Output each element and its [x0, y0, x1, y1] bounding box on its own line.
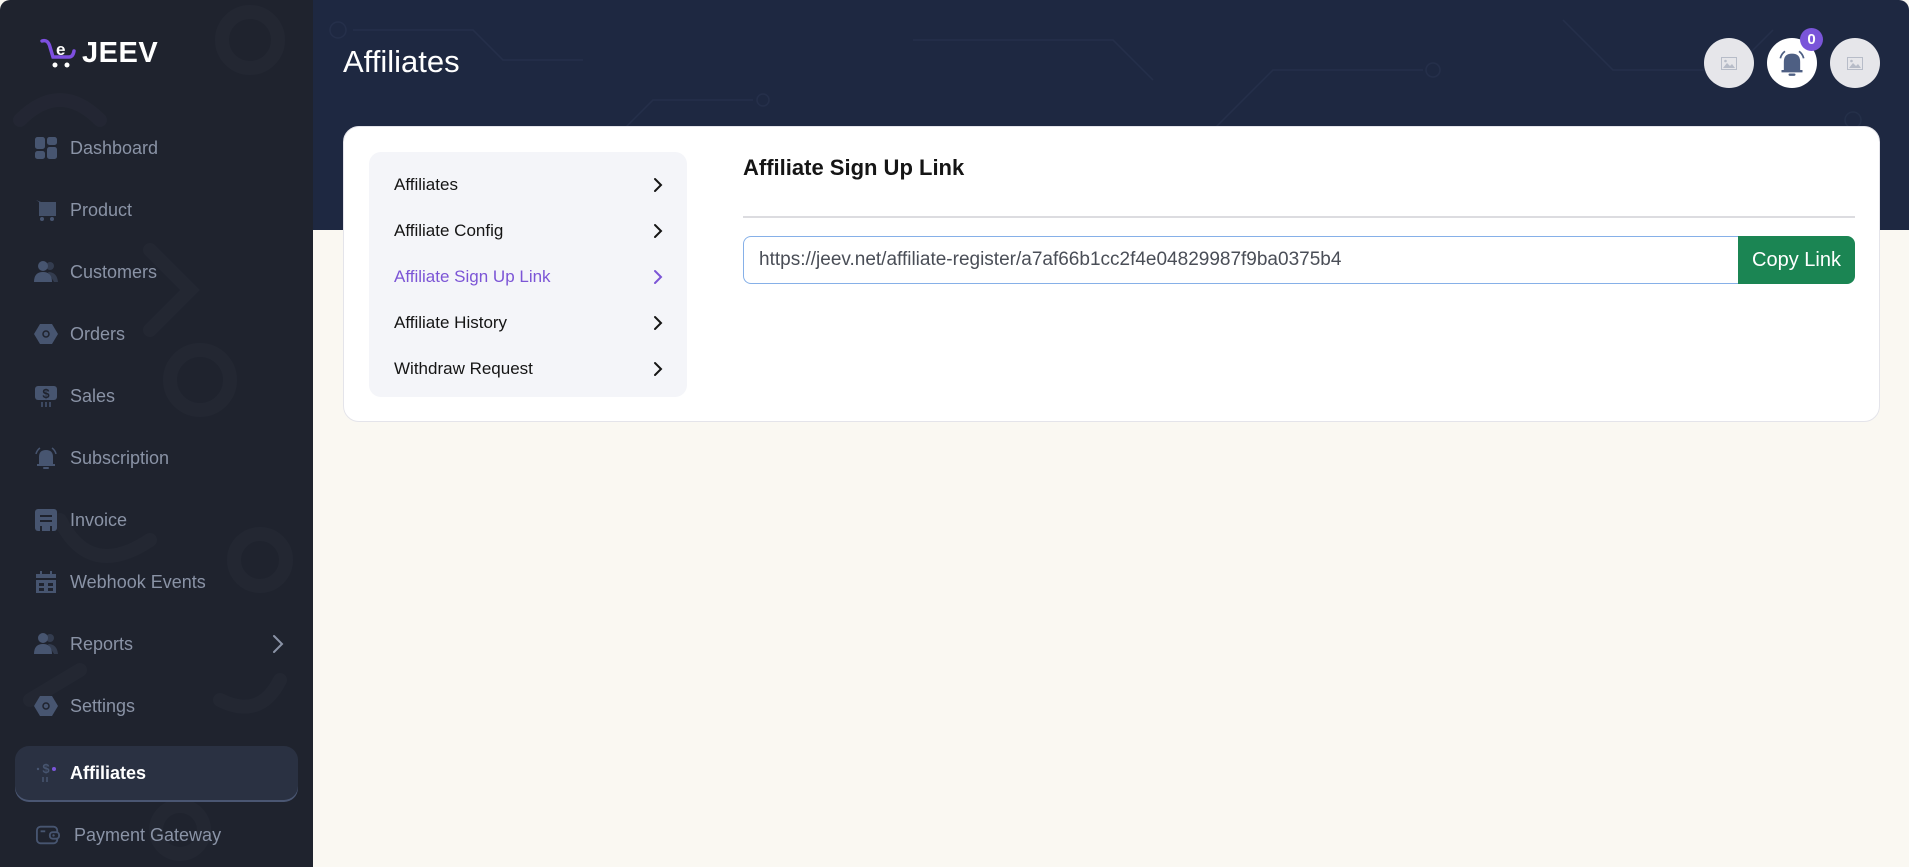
chevron-right-icon	[654, 270, 663, 284]
header-actions: 0	[1704, 28, 1880, 88]
submenu-item-label: Affiliate Config	[394, 221, 504, 240]
cart-icon	[34, 198, 58, 222]
calendar-icon	[34, 570, 58, 594]
signup-link-group: Copy Link	[743, 236, 1855, 284]
invoice-icon	[34, 508, 58, 532]
bell-ring-icon	[34, 446, 58, 470]
sidebar-item-dashboard[interactable]: Dashboard	[15, 121, 298, 175]
sidebar-item-label: Affiliates	[70, 762, 147, 783]
dashboard-grid-icon	[34, 136, 58, 160]
submenu-item-affiliates[interactable]: Affiliates	[369, 162, 687, 208]
sidebar-item-label: Settings	[70, 695, 136, 716]
submenu-item-label: Affiliate Sign Up Link	[394, 267, 551, 286]
submenu-item-affiliate-sign-up-link[interactable]: Affiliate Sign Up Link	[369, 254, 687, 300]
dollar-sign-icon: $	[34, 761, 58, 785]
affiliate-submenu: Affiliates Affiliate Config Affiliate Si…	[369, 152, 687, 397]
bell-icon	[1779, 50, 1805, 76]
submenu-item-label: Withdraw Request	[394, 359, 533, 378]
sidebar-item-payment-gateway[interactable]: Payment Gateway	[15, 808, 298, 862]
image-placeholder-icon	[1847, 56, 1863, 70]
svg-text:e: e	[56, 40, 65, 59]
user-avatar-button[interactable]	[1830, 38, 1880, 88]
sidebar-item-label: Reports	[70, 633, 134, 654]
image-placeholder-icon	[1721, 56, 1737, 70]
svg-text:$: $	[42, 761, 50, 776]
notifications-button[interactable]: 0	[1767, 28, 1823, 88]
logo-text: JEEV	[82, 36, 159, 69]
notification-count-badge: 0	[1800, 28, 1823, 51]
logo-cart-icon: e	[40, 38, 76, 68]
profile-image-button[interactable]	[1704, 38, 1754, 88]
submenu-item-affiliate-config[interactable]: Affiliate Config	[369, 208, 687, 254]
signup-link-input[interactable]	[743, 236, 1738, 284]
submenu-item-withdraw-request[interactable]: Withdraw Request	[369, 346, 687, 392]
submenu-item-affiliate-history[interactable]: Affiliate History	[369, 300, 687, 346]
sidebar-item-customers[interactable]: Customers	[15, 245, 298, 299]
copy-link-button[interactable]: Copy Link	[1738, 236, 1855, 284]
sidebar-item-webhook-events[interactable]: Webhook Events	[15, 555, 298, 609]
sidebar-item-label: Orders	[70, 323, 126, 344]
sidebar-item-label: Payment Gateway	[74, 824, 222, 845]
submenu-item-label: Affiliate History	[394, 313, 508, 332]
sidebar-item-label: Invoice	[70, 509, 128, 530]
sidebar-item-reports[interactable]: Reports	[15, 617, 298, 671]
sidebar-item-label: Customers	[70, 261, 158, 282]
divider	[743, 216, 1855, 218]
hexagon-icon	[34, 694, 58, 718]
page-title: Affiliates	[343, 44, 460, 79]
logo[interactable]: e JEEV	[40, 36, 158, 70]
chevron-right-icon	[654, 178, 663, 192]
chevron-right-icon	[654, 224, 663, 238]
sidebar-item-label: Sales	[70, 385, 116, 406]
hexagon-icon	[34, 322, 58, 346]
section-title: Affiliate Sign Up Link	[743, 155, 965, 180]
sidebar-item-orders[interactable]: Orders	[15, 307, 298, 361]
sidebar-item-label: Dashboard	[70, 137, 159, 158]
affiliate-card: Affiliates Affiliate Config Affiliate Si…	[343, 126, 1880, 422]
wallet-icon	[36, 823, 60, 847]
chevron-right-icon	[654, 316, 663, 330]
submenu-item-label: Affiliates	[394, 175, 458, 194]
sidebar-item-label: Product	[70, 199, 133, 220]
sidebar-item-affiliates[interactable]: $ Affiliates	[15, 746, 298, 800]
sidebar-item-label: Webhook Events	[70, 571, 206, 592]
sidebar-item-invoice[interactable]: Invoice	[15, 493, 298, 547]
sidebar-item-sales[interactable]: $ Sales	[15, 369, 298, 423]
chevron-right-icon	[654, 362, 663, 376]
users-icon	[34, 260, 58, 284]
sidebar-item-settings[interactable]: Settings	[15, 679, 298, 733]
sidebar-item-label: Subscription	[70, 447, 170, 468]
chevron-right-icon	[272, 634, 284, 659]
users-icon	[34, 632, 58, 656]
svg-text:$: $	[42, 386, 50, 401]
sidebar-item-product[interactable]: Product	[15, 183, 298, 237]
sidebar: e JEEV Dashboard Product Customers Order…	[0, 0, 313, 867]
dollar-sign-icon: $	[34, 384, 58, 408]
sidebar-item-subscription[interactable]: Subscription	[15, 431, 298, 485]
